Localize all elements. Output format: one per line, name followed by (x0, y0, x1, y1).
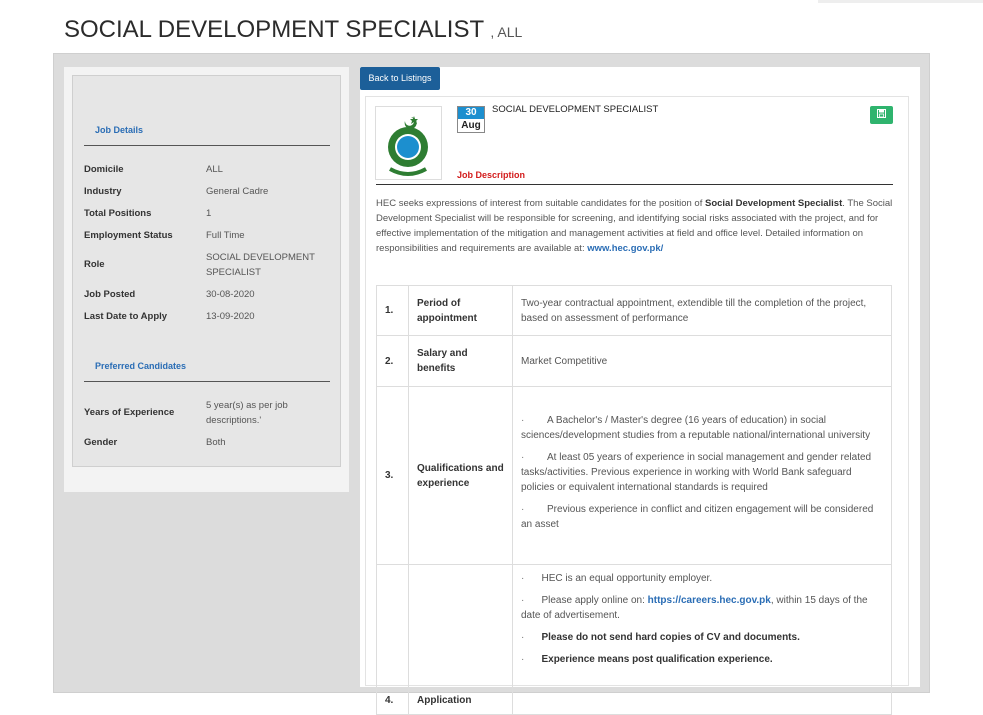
row-number: 3. (376, 386, 409, 565)
list-item: · Please do not send hard copies of CV a… (521, 632, 800, 643)
row-value: Market Competitive (512, 335, 892, 387)
table-row: 3. Qualifications and experience · A Bac… (376, 386, 892, 565)
list-item-text: Previous experience in conflict and citi… (521, 503, 874, 530)
date-day: 30 (458, 107, 484, 119)
row-label: Application (408, 564, 513, 715)
table-row: 1. Period of appointment Two-year contra… (376, 285, 892, 336)
table-row: 4. Application · HEC is an equal opportu… (376, 564, 892, 715)
row-label: Period of appointment (408, 285, 513, 336)
row-label: Qualifications and experience (408, 386, 513, 565)
detail-value-positions: 1 (206, 208, 212, 219)
table-row: 2. Salary and benefits Market Competitiv… (376, 335, 892, 387)
list-item-text: Experience means post qualification expe… (541, 654, 773, 665)
list-item-text: Please apply online on: (541, 595, 648, 606)
list-item: · Experience means post qualification ex… (521, 654, 773, 665)
detail-label-posted: Job Posted (84, 289, 136, 300)
divider (376, 184, 893, 185)
pref-value-gender: Both (206, 437, 226, 448)
job-intro: HEC seeks expressions of interest from s… (376, 196, 896, 256)
detail-value-last-date: 13-09-2020 (206, 311, 255, 322)
list-item-text: HEC is an equal opportunity employer. (541, 573, 713, 584)
detail-value-posted: 30-08-2020 (206, 289, 255, 300)
list-item-text: At least 05 years of experience in socia… (521, 451, 872, 493)
date-badge: 30 Aug (457, 106, 485, 133)
intro-position: Social Development Specialist (704, 198, 843, 209)
job-details-panel: Job Details Domicile ALL Industry Genera… (72, 75, 341, 467)
list-item-text: Please do not send hard copies of CV and… (541, 632, 800, 643)
row-value: · HEC is an equal opportunity employer. … (512, 564, 892, 715)
row-value: Two-year contractual appointment, extend… (512, 285, 892, 336)
pref-label-gender: Gender (84, 437, 118, 448)
job-details-title: Job Details (95, 125, 144, 135)
detail-label-last-date: Last Date to Apply (84, 311, 168, 322)
intro-text: HEC seeks expressions of interest from s… (376, 198, 705, 209)
job-title: SOCIAL DEVELOPMENT SPECIALIST (492, 104, 659, 115)
detail-label-role: Role (84, 259, 105, 270)
top-shadow (818, 0, 983, 3)
list-item: · HEC is an equal opportunity employer. (521, 573, 713, 584)
hec-emblem-icon (388, 116, 428, 176)
row-number: 1. (376, 285, 409, 336)
detail-value-employment: Full Time (206, 230, 245, 241)
careers-link[interactable]: https://careers.hec.gov.pk (648, 595, 771, 606)
hec-logo (375, 106, 442, 180)
detail-value-domicile: ALL (206, 164, 223, 175)
back-to-listings-button[interactable]: Back to Listings (360, 67, 440, 90)
hec-website-link[interactable]: www.hec.gov.pk/ (587, 243, 663, 254)
list-item: · Previous experience in conflict and ci… (521, 503, 874, 530)
save-icon (877, 109, 886, 118)
preferred-title: Preferred Candidates (95, 361, 187, 371)
detail-value-role: SOCIAL DEVELOPMENT SPECIALIST (206, 252, 315, 278)
detail-value-industry: General Cadre (206, 186, 269, 197)
detail-label-positions: Total Positions (84, 208, 152, 219)
job-description-label: Job Description (457, 170, 526, 180)
save-button[interactable] (870, 106, 893, 124)
list-item: · Please apply online on: https://career… (521, 595, 868, 621)
detail-label-employment: Employment Status (84, 230, 173, 241)
page-title-text: SOCIAL DEVELOPMENT SPECIALIST (64, 16, 484, 43)
list-item-text: A Bachelor's / Master's degree (16 years… (521, 414, 871, 441)
date-month: Aug (461, 120, 481, 131)
row-number: 4. (376, 564, 409, 715)
row-number: 2. (376, 335, 409, 387)
row-label: Salary and benefits (408, 335, 513, 387)
divider (84, 381, 330, 382)
pref-label-experience: Years of Experience (84, 407, 175, 418)
detail-label-industry: Industry (84, 186, 122, 197)
detail-label-domicile: Domicile (84, 164, 124, 175)
list-item: · A Bachelor's / Master's degree (16 yea… (521, 414, 871, 441)
divider (84, 145, 330, 146)
page-title: SOCIAL DEVELOPMENT SPECIALIST , ALL (64, 16, 522, 44)
page-subtitle: , ALL (490, 24, 523, 40)
list-item: · At least 05 years of experience in soc… (521, 451, 872, 493)
row-value: · A Bachelor's / Master's degree (16 yea… (512, 386, 892, 565)
requirements-table: 1. Period of appointment Two-year contra… (376, 285, 892, 715)
pref-value-experience: 5 year(s) as per job descriptions.' (206, 400, 288, 426)
